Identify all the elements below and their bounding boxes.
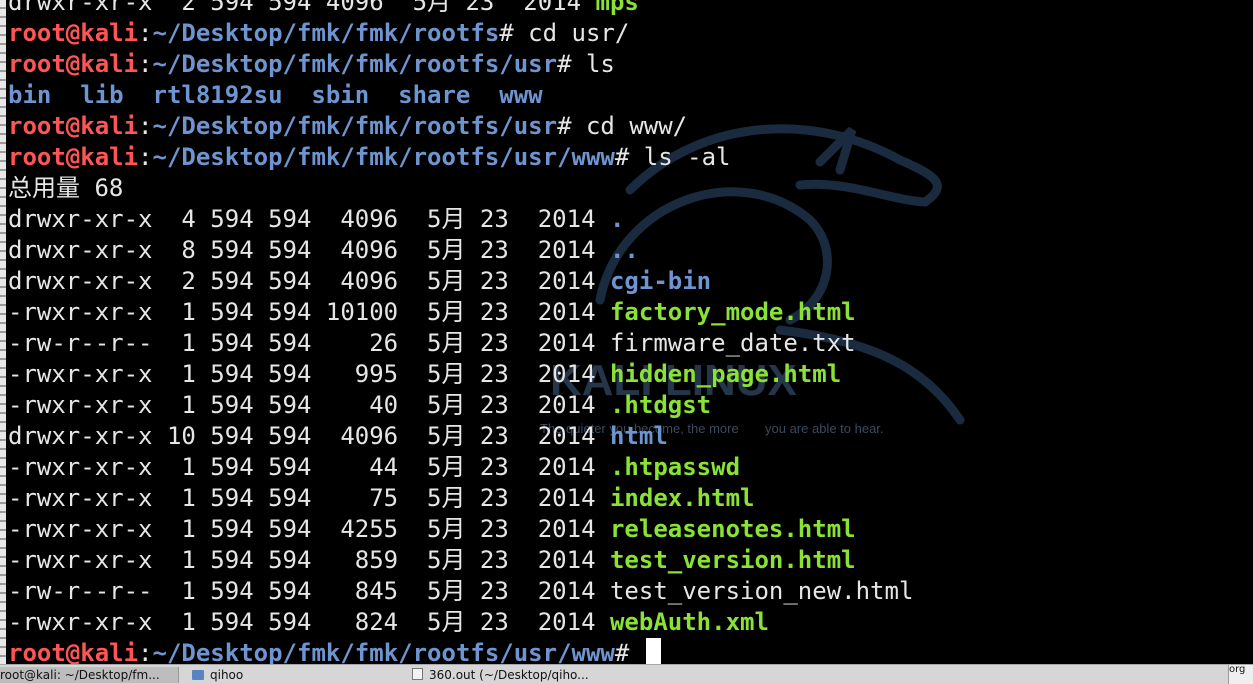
terminal-line: -rwxr-xr-x 1 594 594 859 5月 23 2014 test… — [8, 545, 913, 576]
text-cursor — [645, 638, 661, 664]
window-edge — [0, 0, 6, 664]
line-segment-plain: # ls — [557, 50, 615, 78]
taskbar-item-label: 360.out (~/Desktop/qiho... — [429, 668, 589, 682]
line-segment-plain: drwxr-xr-x 8 594 594 4096 5月 23 2014 — [8, 236, 610, 264]
terminal-line: -rwxr-xr-x 1 594 594 40 5月 23 2014 .htdg… — [8, 390, 913, 421]
line-segment-exe: webAuth.xml — [609, 608, 769, 636]
line-segment-plain: -rwxr-xr-x 1 594 594 40 5月 23 2014 — [8, 391, 610, 419]
line-segment-plain: firmware_date.txt — [609, 329, 856, 357]
line-segment-path: ~/Desktop/fmk/fmk/rootfs — [152, 19, 500, 47]
line-segment-exe: releasenotes.html — [609, 515, 856, 543]
terminal-line: bin lib rtl8192su sbin share www — [8, 80, 913, 111]
terminal-line: drwxr-xr-x 4 594 594 4096 5月 23 2014 . — [8, 204, 913, 235]
line-segment-red: root@kali — [8, 50, 139, 78]
line-segment-path: ~/Desktop/fmk/fmk/rootfs/usr/www — [152, 143, 615, 171]
line-segment-plain: : — [138, 143, 153, 171]
line-segment-exe: .htpasswd — [609, 453, 741, 481]
terminal-line: root@kali:~/Desktop/fmk/fmk/rootfs/usr/w… — [8, 142, 913, 173]
line-segment-exe: factory_mode.html — [609, 298, 856, 326]
line-segment-plain: drwxr-xr-x 4 594 594 4096 5月 23 2014 — [8, 205, 610, 233]
taskbar: root@kali: ~/Desktop/fm... qihoo 360.out… — [0, 664, 1253, 684]
line-segment-dir: .. — [609, 236, 639, 264]
line-segment-exe: hidden_page.html — [609, 360, 842, 388]
terminal-line: -rw-r--r-- 1 594 594 845 5月 23 2014 test… — [8, 576, 913, 607]
terminal-output: drwxr-xr-x 2 594 594 4096 5月 23 2014 mps… — [8, 0, 913, 664]
line-segment-red: root@kali — [8, 143, 139, 171]
line-segment-plain: -rw-r--r-- 1 594 594 845 5月 23 2014 — [8, 577, 610, 605]
tray-label: org — [1229, 664, 1246, 675]
line-segment-plain: : — [138, 50, 153, 78]
line-segment-path: ~/Desktop/fmk/fmk/rootfs/usr — [152, 112, 558, 140]
taskbar-item-editor[interactable]: 360.out (~/Desktop/qiho... — [410, 667, 640, 683]
terminal-window[interactable]: KALI LINUX The quieter you become, the m… — [0, 0, 1253, 664]
line-segment-plain: -rwxr-xr-x 1 594 594 824 5月 23 2014 — [8, 608, 610, 636]
terminal-line: root@kali:~/Desktop/fmk/fmk/rootfs/usr# … — [8, 49, 913, 80]
line-segment-plain: drwxr-xr-x 2 594 594 4096 5月 23 2014 — [8, 267, 610, 295]
line-segment-dir: html — [609, 422, 668, 450]
line-segment-plain: test_version_new.html — [609, 577, 914, 605]
line-segment-plain: -rwxr-xr-x 1 594 594 4255 5月 23 2014 — [8, 515, 610, 543]
line-segment-plain: : — [138, 639, 153, 664]
line-segment-red: root@kali — [8, 112, 139, 140]
line-segment-plain: -rwxr-xr-x 1 594 594 859 5月 23 2014 — [8, 546, 610, 574]
taskbar-item-terminal[interactable]: root@kali: ~/Desktop/fm... — [0, 667, 179, 683]
line-segment-dir: cgi-bin — [609, 267, 712, 295]
line-segment-plain: -rwxr-xr-x 1 594 594 75 5月 23 2014 — [8, 484, 610, 512]
terminal-line: root@kali:~/Desktop/fmk/fmk/rootfs# cd u… — [8, 18, 913, 49]
line-segment-plain: # — [614, 639, 644, 664]
line-segment-red: root@kali — [8, 19, 139, 47]
terminal-line: root@kali:~/Desktop/fmk/fmk/rootfs/usr# … — [8, 111, 913, 142]
line-segment-plain: -rwxr-xr-x 1 594 594 995 5月 23 2014 — [8, 360, 610, 388]
line-segment-plain: # ls -al — [614, 143, 731, 171]
taskbar-item-label: root@kali: ~/Desktop/fm... — [0, 668, 160, 682]
line-segment-exe: index.html — [609, 484, 755, 512]
taskbar-item-label: qihoo — [210, 668, 244, 682]
line-segment-plain: 总用量 68 — [8, 174, 124, 202]
line-segment-path: ~/Desktop/fmk/fmk/rootfs/usr/www — [152, 639, 615, 664]
terminal-line: -rwxr-xr-x 1 594 594 44 5月 23 2014 .htpa… — [8, 452, 913, 483]
terminal-line: -rwxr-xr-x 1 594 594 824 5月 23 2014 webA… — [8, 607, 913, 638]
line-segment-plain: # cd usr/ — [499, 19, 630, 47]
line-segment-plain: : — [138, 19, 153, 47]
system-tray[interactable]: org — [1228, 665, 1253, 684]
folder-icon — [192, 670, 204, 680]
terminal-line: -rwxr-xr-x 1 594 594 995 5月 23 2014 hidd… — [8, 359, 913, 390]
line-segment-exe: mps — [595, 0, 639, 16]
terminal-line: drwxr-xr-x 2 594 594 4096 5月 23 2014 mps — [8, 0, 913, 18]
line-segment-red: root@kali — [8, 639, 139, 664]
terminal-line: -rw-r--r-- 1 594 594 26 5月 23 2014 firmw… — [8, 328, 913, 359]
line-segment-exe: test_version.html — [609, 546, 856, 574]
text-editor-icon — [412, 668, 423, 680]
line-segment-plain: # cd www/ — [557, 112, 688, 140]
line-segment-exe: .htdgst — [609, 391, 712, 419]
terminal-line: -rwxr-xr-x 1 594 594 10100 5月 23 2014 fa… — [8, 297, 913, 328]
line-segment-plain: -rwxr-xr-x 1 594 594 44 5月 23 2014 — [8, 453, 610, 481]
line-segment-dir: . — [609, 205, 625, 233]
line-segment-plain: drwxr-xr-x 2 594 594 4096 5月 23 2014 — [8, 0, 596, 16]
terminal-line: drwxr-xr-x 8 594 594 4096 5月 23 2014 .. — [8, 235, 913, 266]
line-segment-plain: drwxr-xr-x 10 594 594 4096 5月 23 2014 — [8, 422, 610, 450]
terminal-line: drwxr-xr-x 2 594 594 4096 5月 23 2014 cgi… — [8, 266, 913, 297]
line-segment-path: ~/Desktop/fmk/fmk/rootfs/usr — [152, 50, 558, 78]
terminal-line: -rwxr-xr-x 1 594 594 75 5月 23 2014 index… — [8, 483, 913, 514]
line-segment-plain: -rw-r--r-- 1 594 594 26 5月 23 2014 — [8, 329, 610, 357]
terminal-line: root@kali:~/Desktop/fmk/fmk/rootfs/usr/w… — [8, 638, 913, 664]
line-segment-dir: bin lib rtl8192su sbin share www — [8, 81, 543, 109]
terminal-line: -rwxr-xr-x 1 594 594 4255 5月 23 2014 rel… — [8, 514, 913, 545]
terminal-line: 总用量 68 — [8, 173, 913, 204]
line-segment-plain: : — [138, 112, 153, 140]
line-segment-plain: -rwxr-xr-x 1 594 594 10100 5月 23 2014 — [8, 298, 610, 326]
taskbar-item-qihoo[interactable]: qihoo — [190, 667, 390, 683]
terminal-line: drwxr-xr-x 10 594 594 4096 5月 23 2014 ht… — [8, 421, 913, 452]
